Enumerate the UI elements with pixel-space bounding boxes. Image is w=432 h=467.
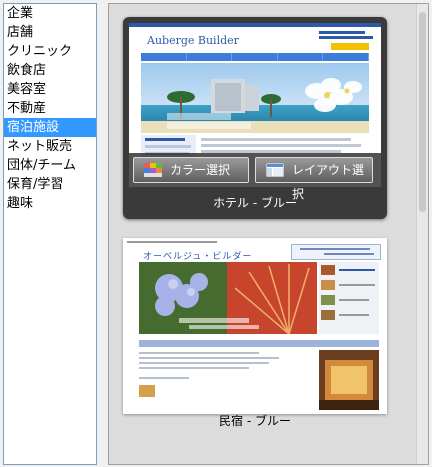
template-caption: 民宿 - ブルー (219, 414, 291, 428)
thumb-hero-image (141, 63, 369, 133)
thumb-top-text (127, 241, 217, 243)
thumb-side-photos (319, 262, 379, 334)
category-item[interactable]: 店舗 (4, 23, 96, 42)
thumb-contact-button (331, 43, 369, 50)
template-thumbnail: オーベルジュ・ビルダー (123, 238, 387, 414)
thumb-hero-image (139, 262, 317, 334)
scrollbar-thumb[interactable] (419, 12, 426, 212)
thumb-nav (141, 53, 369, 61)
template-card-hotel-blue[interactable]: Auberge Builder カラー選択 レイアウト選択 ホテル - ブルー (123, 17, 387, 219)
category-item[interactable]: 飲食店 (4, 61, 96, 80)
template-caption: ホテル - ブルー (213, 196, 297, 210)
thumb-main-text (139, 350, 289, 410)
color-select-button[interactable]: カラー選択 (133, 157, 249, 183)
category-item[interactable]: 保育/学習 (4, 175, 96, 194)
category-item[interactable]: 宿泊施設 (4, 118, 96, 137)
template-preview-area: Auberge Builder カラー選択 レイアウト選択 ホテル - ブルー … (108, 3, 429, 465)
category-item[interactable]: 団体/チーム (4, 156, 96, 175)
thumb-nav (139, 340, 379, 347)
card-action-bar: カラー選択 レイアウト選択 (129, 153, 381, 201)
thumb-site-logo: Auberge Builder (147, 34, 239, 47)
thumb-room-photo (319, 350, 379, 410)
category-item[interactable]: 美容室 (4, 80, 96, 99)
template-picker: 企業 店舗 クリニック 飲食店 美容室 不動産 宿泊施設 ネット販売 団体/チーム 保育/学習 趣味… (0, 0, 432, 467)
color-palette-icon (144, 163, 162, 177)
layout-icon (266, 163, 284, 177)
category-item[interactable]: ネット販売 (4, 137, 96, 156)
template-card-minshuku-blue[interactable]: オーベルジュ・ビルダー (123, 238, 387, 414)
category-item[interactable]: 趣味 (4, 194, 96, 213)
category-item[interactable]: クリニック (4, 42, 96, 61)
thumb-contact (291, 244, 381, 260)
thumb-contact (319, 31, 373, 39)
color-select-label: カラー選択 (170, 163, 231, 177)
category-item[interactable]: 不動産 (4, 99, 96, 118)
layout-select-button[interactable]: レイアウト選択 (255, 157, 373, 201)
category-list[interactable]: 企業 店舗 クリニック 飲食店 美容室 不動産 宿泊施設 ネット販売 団体/チーム 保育/学習 趣味 (3, 3, 97, 465)
vertical-scrollbar[interactable] (416, 4, 428, 464)
thumb-top-bar (129, 23, 381, 27)
thumb-site-logo: オーベルジュ・ビルダー (143, 252, 253, 262)
category-item[interactable]: 企業 (4, 4, 96, 23)
